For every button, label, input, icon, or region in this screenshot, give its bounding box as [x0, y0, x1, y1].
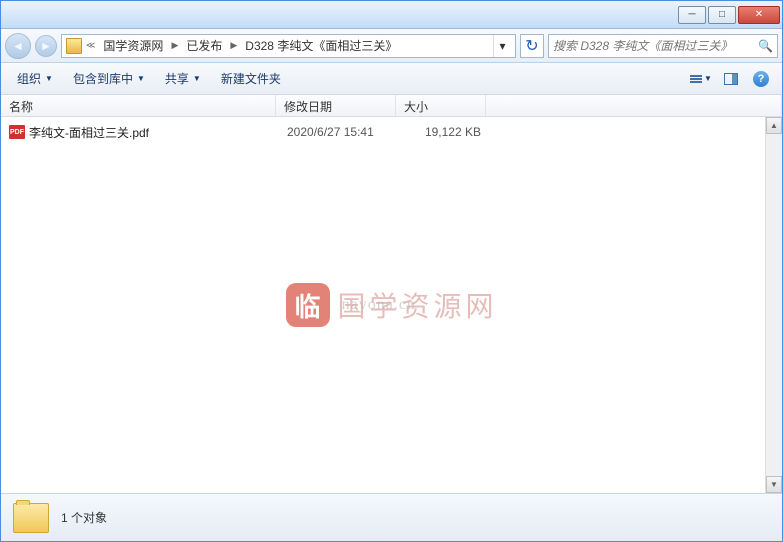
column-date[interactable]: 修改日期	[276, 95, 396, 116]
file-name: 李纯文-面相过三关.pdf	[29, 124, 287, 141]
include-menu[interactable]: 包含到库中▼	[65, 67, 153, 90]
list-view-icon	[690, 75, 702, 83]
column-name[interactable]: 名称	[1, 95, 276, 116]
vertical-scrollbar[interactable]: ▲ ▼	[765, 117, 782, 493]
folder-icon	[66, 38, 82, 54]
status-bar: 1 个对象	[1, 493, 782, 541]
address-bar[interactable]: ≪ 国学资源网 ▶ 已发布 ▶ D328 李纯文《面相过三关》 ▾	[61, 34, 516, 58]
titlebar: ─ □ ✕	[1, 1, 782, 29]
breadcrumb-item[interactable]: 国学资源网	[99, 35, 167, 56]
file-row[interactable]: PDF 李纯文-面相过三关.pdf 2020/6/27 15:41 19,122…	[1, 121, 782, 143]
column-spacer	[486, 95, 782, 116]
chevron-down-icon: ▼	[45, 74, 53, 83]
address-dropdown[interactable]: ▾	[493, 35, 511, 57]
file-date: 2020/6/27 15:41	[287, 125, 407, 139]
search-box[interactable]: 🔍	[548, 34, 778, 58]
preview-pane-button[interactable]	[718, 68, 744, 90]
organize-menu[interactable]: 组织▼	[9, 67, 61, 90]
search-input[interactable]	[553, 39, 758, 53]
scroll-down-button[interactable]: ▼	[766, 476, 782, 493]
close-button[interactable]: ✕	[738, 6, 780, 24]
watermark: 临 国学资源网 nayona.cn	[285, 283, 497, 327]
chevron-down-icon: ▼	[193, 74, 201, 83]
file-size: 19,122 KB	[407, 125, 497, 139]
nav-bar: ◄ ► ≪ 国学资源网 ▶ 已发布 ▶ D328 李纯文《面相过三关》 ▾ ↻ …	[1, 29, 782, 63]
forward-button[interactable]: ►	[35, 35, 57, 57]
watermark-text: 国学资源网	[337, 285, 497, 325]
breadcrumb-item[interactable]: 已发布	[182, 35, 226, 56]
breadcrumb-item[interactable]: D328 李纯文《面相过三关》	[241, 35, 401, 56]
chevron-right-icon: ▶	[228, 40, 239, 51]
column-headers: 名称 修改日期 大小	[1, 95, 782, 117]
watermark-url: nayona.cn	[342, 296, 416, 314]
preview-icon	[724, 73, 738, 85]
minimize-button[interactable]: ─	[678, 6, 706, 24]
pdf-icon: PDF	[9, 125, 25, 139]
help-icon: ?	[753, 71, 769, 87]
help-button[interactable]: ?	[748, 68, 774, 90]
chevron-down-icon: ▼	[137, 74, 145, 83]
explorer-window: ─ □ ✕ ◄ ► ≪ 国学资源网 ▶ 已发布 ▶ D328 李纯文《面相过三关…	[0, 0, 783, 542]
column-size[interactable]: 大小	[396, 95, 486, 116]
toolbar: 组织▼ 包含到库中▼ 共享▼ 新建文件夹 ▼ ?	[1, 63, 782, 95]
scroll-up-button[interactable]: ▲	[766, 117, 782, 134]
back-button[interactable]: ◄	[5, 33, 31, 59]
watermark-badge: 临	[285, 283, 329, 327]
chevron-icon: ≪	[84, 40, 97, 51]
share-menu[interactable]: 共享▼	[157, 67, 209, 90]
view-options-button[interactable]: ▼	[688, 68, 714, 90]
status-count: 1 个对象	[61, 509, 107, 526]
search-icon: 🔍	[758, 39, 773, 53]
chevron-right-icon: ▶	[169, 40, 180, 51]
chevron-down-icon: ▼	[704, 74, 712, 83]
folder-icon	[13, 503, 49, 533]
file-list[interactable]: PDF 李纯文-面相过三关.pdf 2020/6/27 15:41 19,122…	[1, 117, 782, 493]
new-folder-button[interactable]: 新建文件夹	[213, 67, 289, 90]
maximize-button[interactable]: □	[708, 6, 736, 24]
refresh-button[interactable]: ↻	[520, 34, 544, 58]
